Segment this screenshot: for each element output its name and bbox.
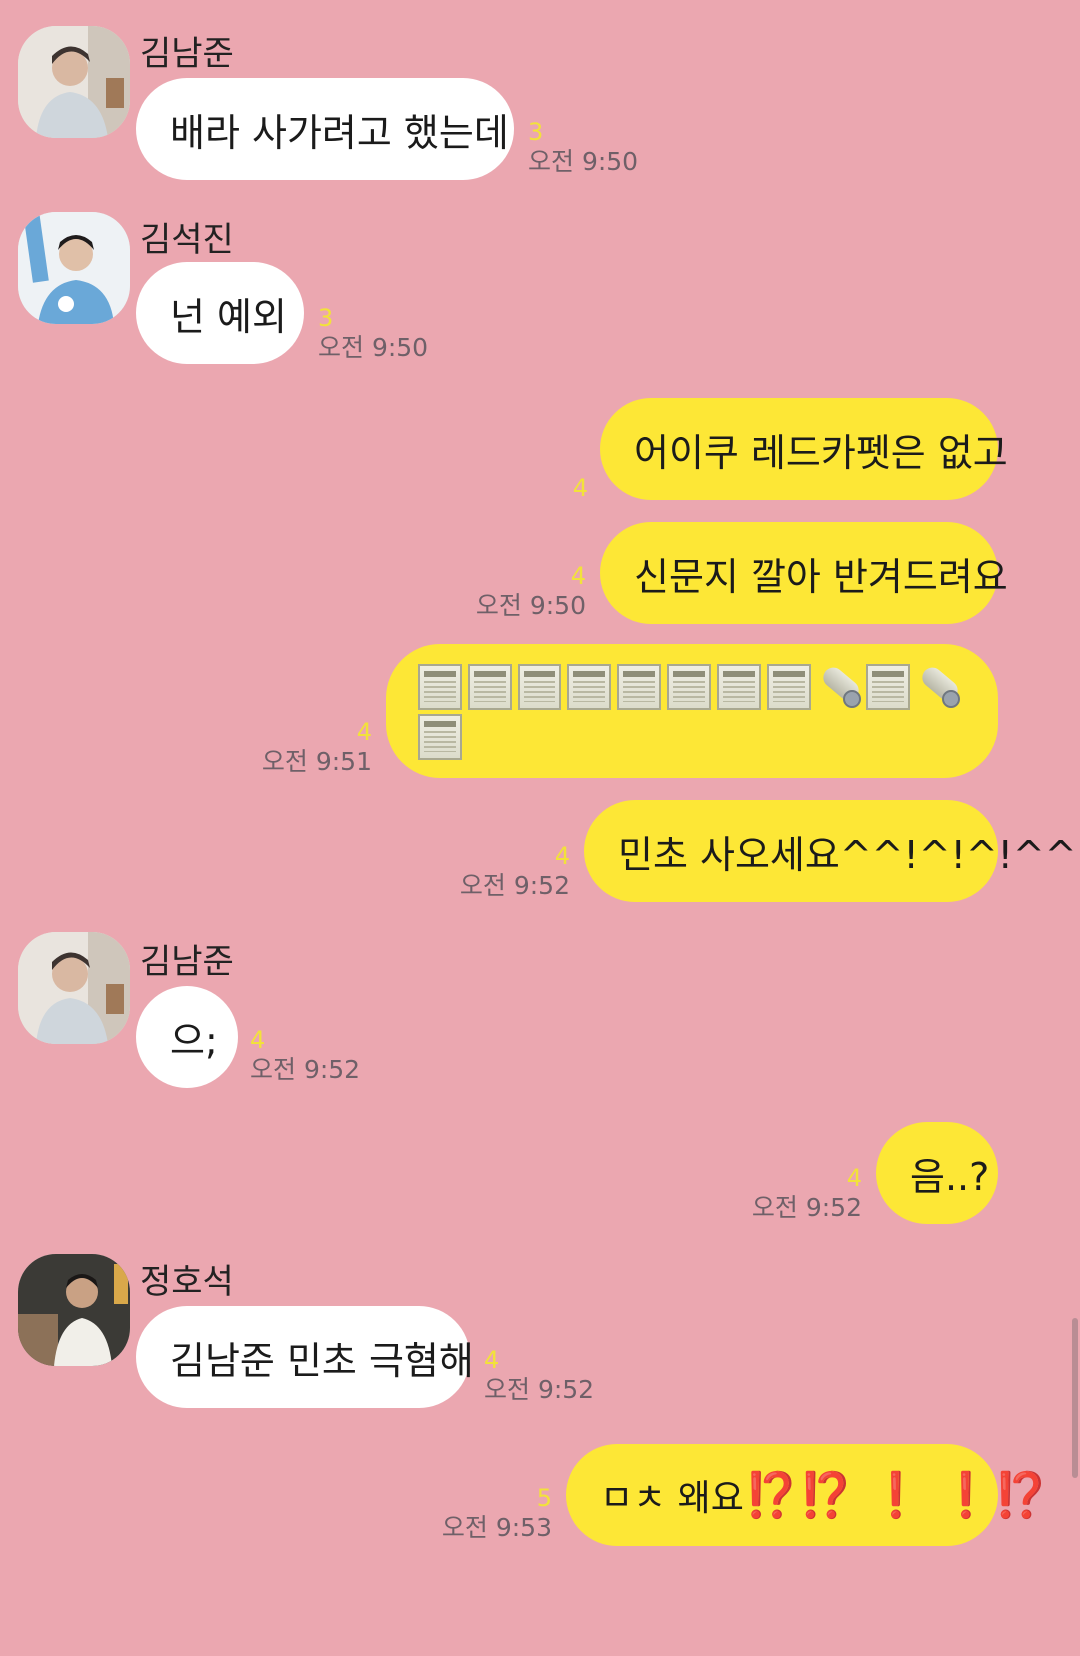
rolled-up-newspaper-icon [916,664,961,710]
message-text: 신문지 깔아 반겨드려요 [634,554,1008,599]
message-bubble[interactable]: 넌 예외 [136,262,304,364]
message-time: 오전 9:51 [261,747,372,776]
message-bubble[interactable]: 신문지 깔아 반겨드려요 [600,522,1008,624]
avatar-kim-namjoon[interactable] [18,932,130,1044]
unread-count: 4 [484,1346,500,1374]
unread-count: 4 [572,474,588,502]
unread-count: 3 [528,118,544,146]
unread-count: 4 [250,1026,266,1054]
sender-name: 김석진 [140,220,234,260]
message-text: 배라 사가려고 했는데 [170,110,509,155]
newspaper-icon [517,664,562,710]
message-text-emphasis: ⁉️⁉️ ❗️ ❗️⁉️ [743,1470,1049,1521]
emoji-row [418,662,966,712]
newspaper-icon [716,664,761,710]
rolled-up-newspaper-icon [817,664,861,710]
sender-name: 정호석 [140,1262,234,1302]
message-time: 오전 9:50 [318,333,429,362]
message-meta: 4 [560,474,588,502]
unread-count: 4 [356,718,372,746]
message-meta: 3 오전 9:50 [318,304,428,364]
message-text: 김남준 민초 극혐해 [170,1338,474,1383]
newspaper-icon [567,664,612,710]
message-meta: 4 오전 9:52 [716,1164,862,1224]
newspaper-icon [866,664,911,710]
newspaper-icon [617,664,662,710]
message-meta: 4 오전 9:52 [250,1026,360,1086]
message-text-prefix: ㅁㅊ 왜요 [600,1478,744,1519]
unread-count: 4 [570,562,586,590]
unread-count: 3 [318,304,334,332]
message-text: 민초 사오세요^^!^!^!^^!! [618,832,1080,877]
newspaper-icon [667,664,711,710]
message-text: 어이쿠 레드카펫은 없고 [634,430,1008,475]
message-bubble[interactable]: 배라 사가려고 했는데 [136,78,514,180]
message-time: 오전 9:52 [459,871,570,900]
message-bubble[interactable]: 김남준 민초 극혐해 [136,1306,474,1408]
message-bubble[interactable]: 음..? [876,1122,998,1224]
scrollbar[interactable] [1072,1318,1078,1478]
message-bubble[interactable]: ㅁㅊ 왜요 ⁉️⁉️ ❗️ ❗️⁉️ [566,1444,1049,1546]
message-meta: 4 오전 9:52 [424,842,570,902]
avatar-jung-hoseok[interactable] [18,1254,130,1366]
message-meta: 4 오전 9:51 [226,718,372,778]
emoji-row [418,712,966,762]
message-time: 오전 9:53 [441,1513,552,1542]
message-meta: 3 오전 9:50 [528,118,638,178]
message-text: 음..? [910,1154,990,1199]
unread-count: 4 [554,842,570,870]
sender-name: 김남준 [140,34,234,74]
newspaper-icon [766,664,811,710]
message-text: 으; [170,1018,218,1063]
message-time: 오전 9:52 [751,1193,862,1222]
message-meta: 5 오전 9:53 [406,1484,552,1544]
message-text: 넌 예외 [170,294,287,339]
message-bubble[interactable] [386,644,998,778]
unread-count: 4 [846,1164,862,1192]
message-time: 오전 9:50 [475,591,586,620]
avatar-kim-namjoon[interactable] [18,26,130,138]
message-time: 오전 9:52 [250,1055,361,1084]
unread-count: 5 [536,1484,552,1512]
message-time: 오전 9:50 [528,147,639,176]
newspaper-icon [467,664,512,710]
newspaper-icon [418,714,462,760]
sender-name: 김남준 [140,942,234,982]
message-time: 오전 9:52 [484,1375,595,1404]
message-meta: 4 오전 9:52 [484,1346,594,1406]
message-meta: 4 오전 9:50 [440,562,586,622]
message-bubble[interactable]: 민초 사오세요^^!^!^!^^!! [584,800,1080,902]
newspaper-icon [418,664,462,710]
message-bubble[interactable]: 으; [136,986,238,1088]
message-bubble[interactable]: 어이쿠 레드카펫은 없고 [600,398,1008,500]
avatar-kim-seokjin[interactable] [18,212,130,324]
